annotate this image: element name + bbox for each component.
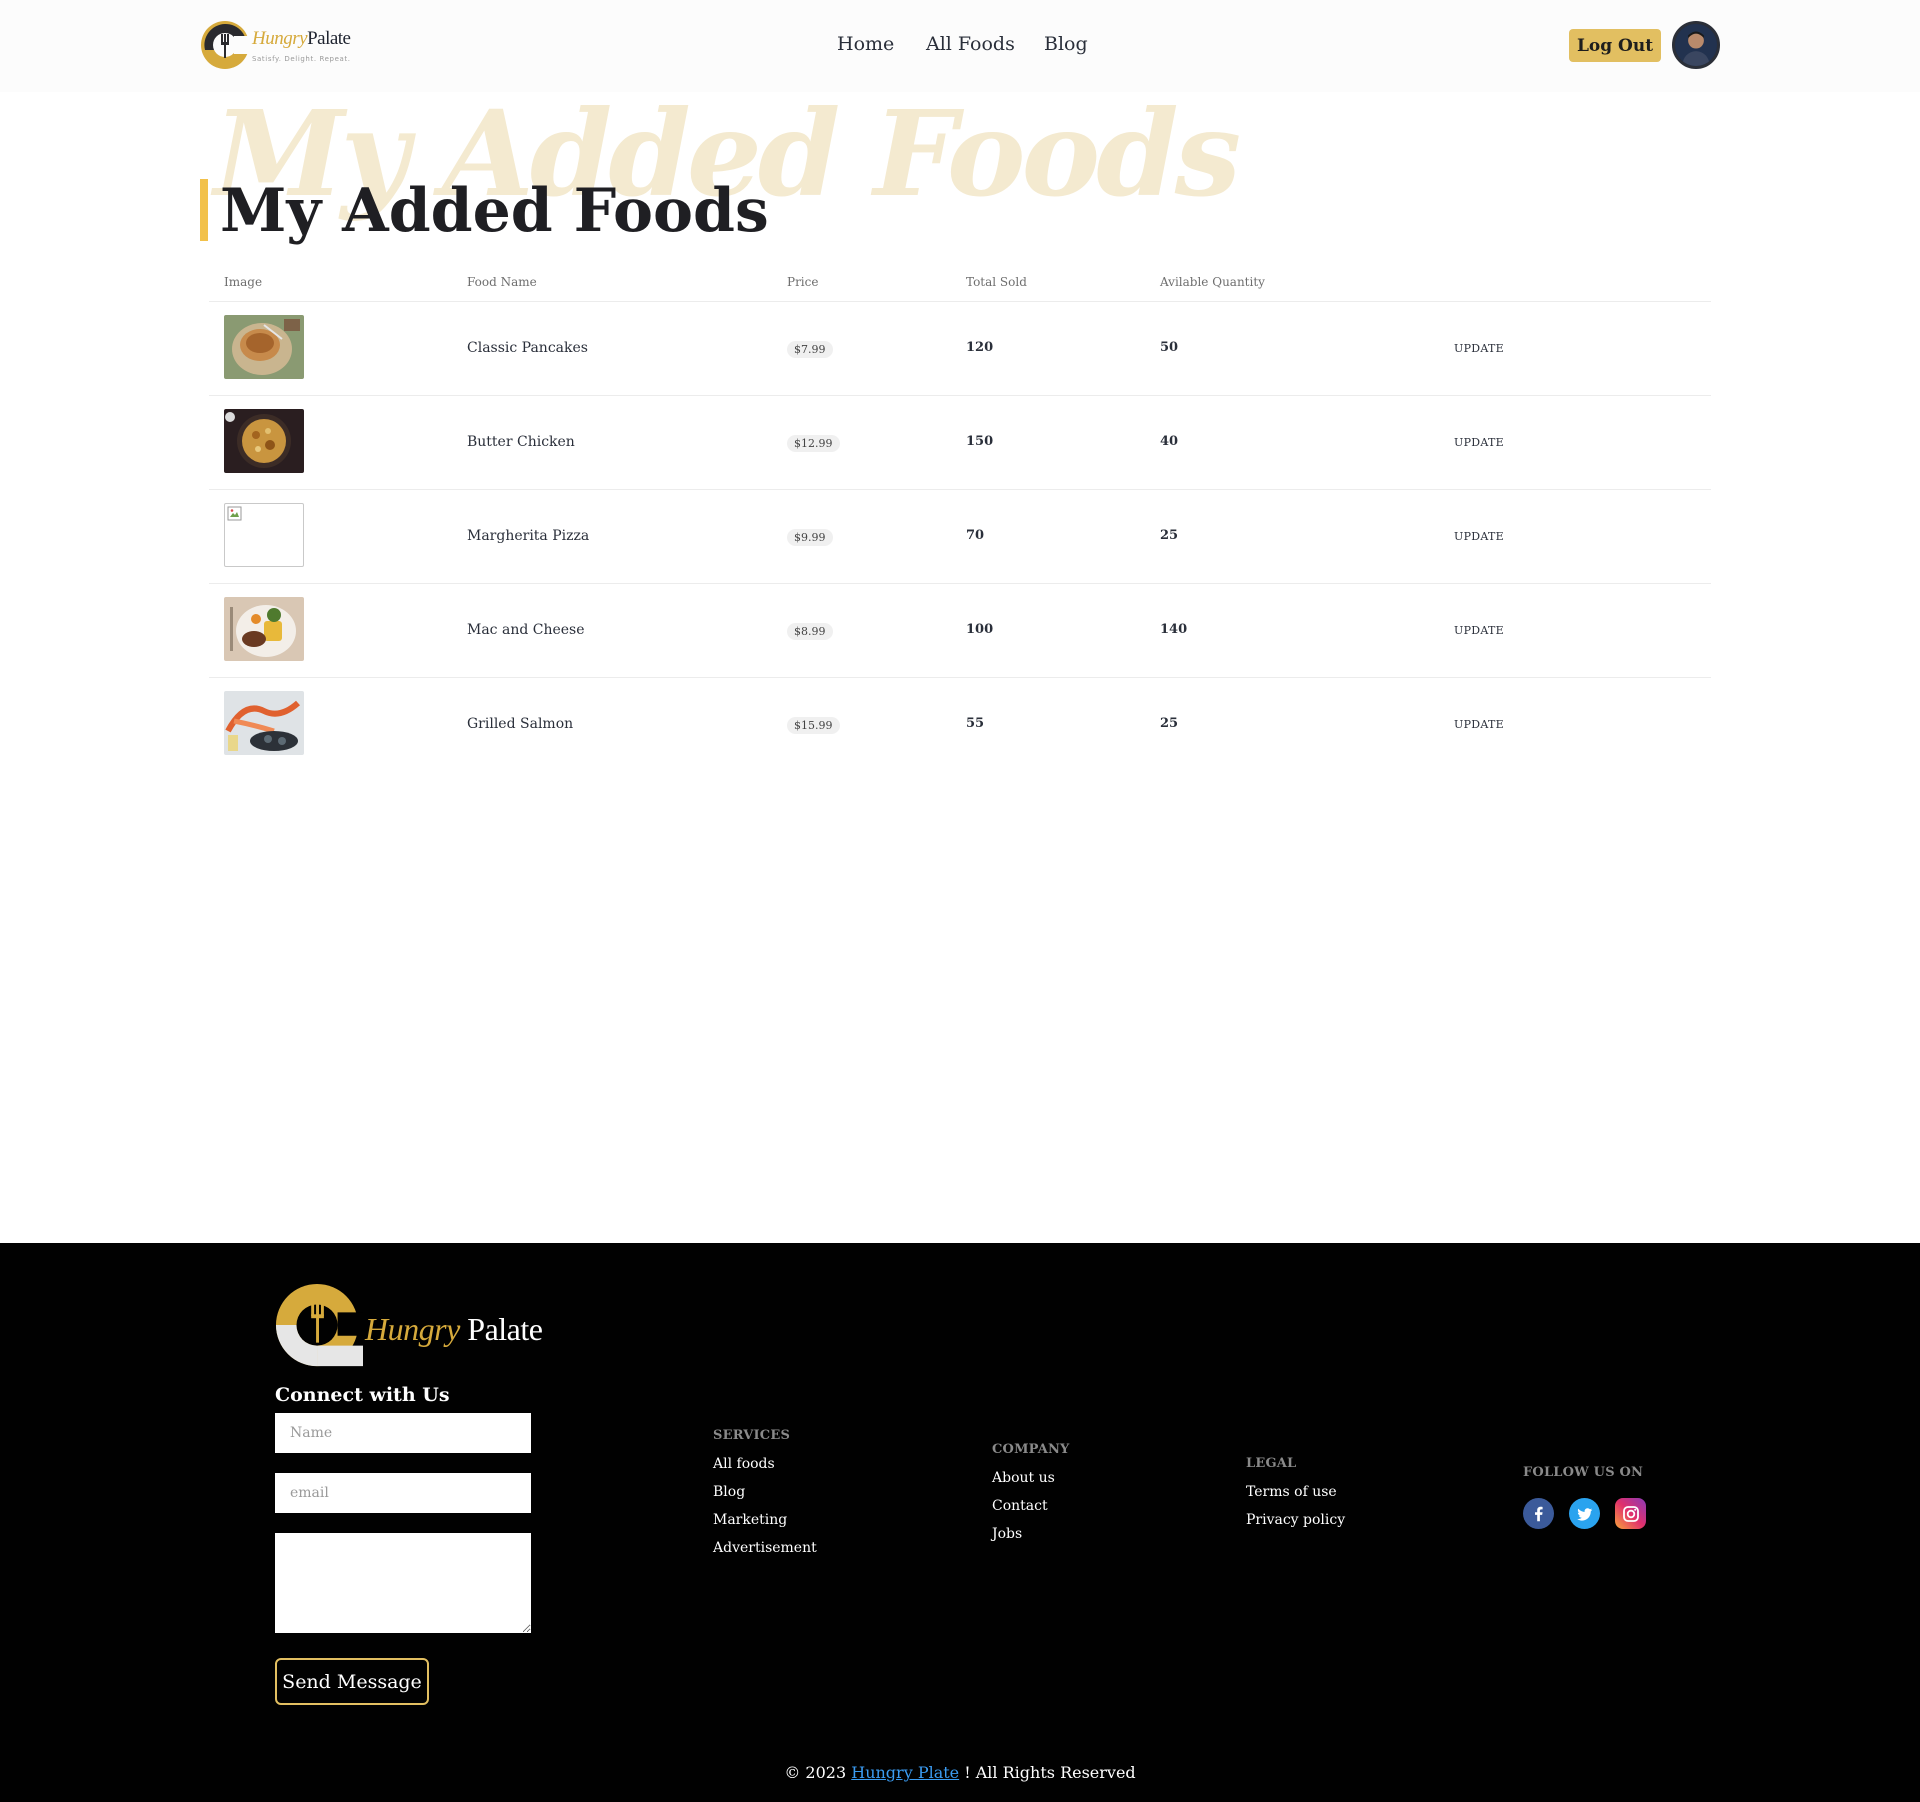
table-row: Mac and Cheese $8.99 100 140 UPDATE: [209, 584, 1711, 678]
facebook-icon[interactable]: [1523, 1498, 1554, 1529]
col-price: Price: [787, 275, 819, 289]
food-quantity: 40: [1160, 434, 1179, 449]
services-heading: SERVICES: [713, 1428, 791, 1443]
page-title: My Added Foods: [220, 176, 769, 246]
brand-wordmark: HungryPalate: [252, 28, 351, 49]
title-accent-bar: [200, 179, 208, 241]
food-price: $9.99: [787, 529, 833, 546]
connect-title: Connect with Us: [275, 1384, 450, 1406]
foods-table: Image Food Name Price Total Sold Avilabl…: [209, 266, 1711, 772]
table-header-row: Image Food Name Price Total Sold Avilabl…: [209, 266, 1711, 302]
footer-logo-mark-icon: [275, 1283, 363, 1367]
header: HungryPalate Satisfy. Delight. Repeat. H…: [0, 0, 1920, 92]
col-food-name: Food Name: [467, 275, 537, 289]
message-field[interactable]: [275, 1533, 531, 1633]
footer-link-marketing[interactable]: Marketing: [713, 1512, 787, 1528]
food-name: Butter Chicken: [467, 434, 575, 450]
broken-image-icon: [227, 506, 242, 521]
logo-mark-icon: [201, 21, 250, 69]
copyright: © 2023 Hungry Plate ! All Rights Reserve…: [784, 1763, 1136, 1782]
food-quantity: 140: [1160, 622, 1188, 637]
food-name: Mac and Cheese: [467, 622, 585, 638]
food-image-butter-chicken: [224, 409, 304, 473]
footer-link-privacy[interactable]: Privacy policy: [1246, 1512, 1345, 1528]
footer-link-all-foods[interactable]: All foods: [713, 1456, 775, 1472]
food-name: Classic Pancakes: [467, 340, 588, 356]
food-price: $8.99: [787, 623, 833, 640]
update-button[interactable]: UPDATE: [1454, 530, 1504, 543]
footer-link-about-us[interactable]: About us: [992, 1470, 1055, 1486]
food-price: $15.99: [787, 717, 840, 734]
food-image-salmon: [224, 691, 304, 755]
footer-link-advertisement[interactable]: Advertisement: [713, 1540, 817, 1556]
table-row: Grilled Salmon $15.99 55 25 UPDATE: [209, 678, 1711, 772]
nav-blog[interactable]: Blog: [1044, 33, 1088, 55]
table-row: Butter Chicken $12.99 150 40 UPDATE: [209, 396, 1711, 490]
legal-heading: LEGAL: [1246, 1456, 1297, 1471]
footer-brand-logo[interactable]: Hungry Palate: [275, 1283, 543, 1373]
food-price: $7.99: [787, 341, 833, 358]
nav-all-foods[interactable]: All Foods: [926, 33, 1015, 55]
food-image-pancakes: [224, 315, 304, 379]
user-avatar-icon: [1675, 24, 1717, 66]
instagram-icon[interactable]: [1615, 1498, 1646, 1529]
food-quantity: 25: [1160, 716, 1179, 731]
food-total-sold: 100: [966, 622, 994, 637]
footer-brand-wordmark: Hungry Palate: [365, 1311, 543, 1347]
email-field[interactable]: [275, 1473, 531, 1513]
col-total-sold: Total Sold: [966, 275, 1027, 289]
footer-link-terms[interactable]: Terms of use: [1246, 1484, 1337, 1500]
food-name: Margherita Pizza: [467, 528, 590, 544]
brand-logo[interactable]: HungryPalate Satisfy. Delight. Repeat.: [200, 20, 352, 70]
follow-heading: FOLLOW US ON: [1523, 1465, 1644, 1480]
update-button[interactable]: UPDATE: [1454, 342, 1504, 355]
send-message-button[interactable]: Send Message: [275, 1658, 429, 1705]
copyright-link[interactable]: Hungry Plate: [851, 1763, 959, 1782]
food-total-sold: 55: [966, 716, 985, 731]
logout-button[interactable]: Log Out: [1569, 29, 1661, 62]
food-quantity: 50: [1160, 340, 1179, 355]
food-name: Grilled Salmon: [467, 716, 574, 732]
food-total-sold: 70: [966, 528, 985, 543]
table-row: Classic Pancakes $7.99 120 50 UPDATE: [209, 302, 1711, 396]
twitter-icon[interactable]: [1569, 1498, 1600, 1529]
footer-link-contact[interactable]: Contact: [992, 1498, 1048, 1514]
col-image: Image: [224, 275, 263, 289]
food-quantity: 25: [1160, 528, 1179, 543]
footer-link-blog[interactable]: Blog: [713, 1484, 745, 1500]
footer: Hungry Palate Connect with Us Send Messa…: [0, 1243, 1920, 1802]
table-row: Margherita Pizza $9.99 70 25 UPDATE: [209, 490, 1711, 584]
food-price: $12.99: [787, 435, 840, 452]
nav-home[interactable]: Home: [837, 33, 894, 55]
food-total-sold: 150: [966, 434, 994, 449]
col-available-quantity: Avilable Quantity: [1160, 275, 1265, 289]
food-image-mac-and-cheese: [224, 597, 304, 661]
name-field[interactable]: [275, 1413, 531, 1453]
company-heading: COMPANY: [992, 1442, 1070, 1457]
food-image-broken: [224, 503, 304, 567]
brand-tagline: Satisfy. Delight. Repeat.: [252, 55, 351, 63]
update-button[interactable]: UPDATE: [1454, 718, 1504, 731]
update-button[interactable]: UPDATE: [1454, 436, 1504, 449]
update-button[interactable]: UPDATE: [1454, 624, 1504, 637]
food-total-sold: 120: [966, 340, 994, 355]
avatar[interactable]: [1672, 21, 1720, 69]
footer-link-jobs[interactable]: Jobs: [992, 1526, 1022, 1542]
